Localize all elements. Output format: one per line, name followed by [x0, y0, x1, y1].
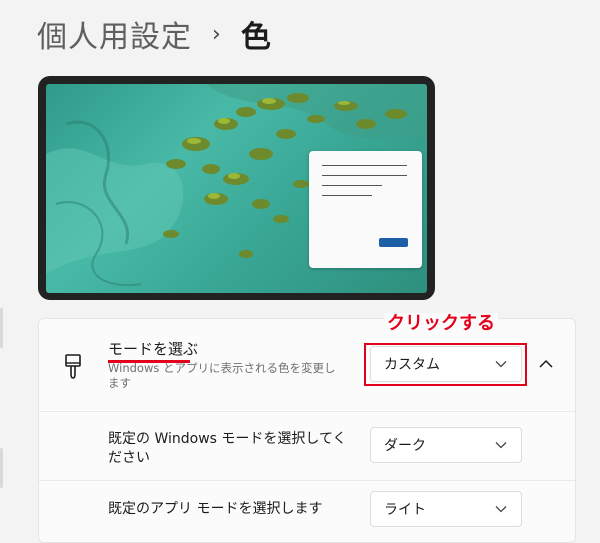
sample-text-line — [322, 165, 407, 166]
sample-text-line — [322, 175, 407, 176]
sample-window — [309, 151, 422, 268]
mode-description: Windows とアプリに表示される色を変更します — [108, 361, 336, 390]
chevron-up-icon[interactable] — [536, 356, 556, 372]
windows-mode-dropdown[interactable]: ダーク — [370, 427, 522, 463]
annotation-click-label: クリックする — [384, 313, 498, 335]
sample-text-line — [322, 195, 372, 196]
page-title: 色 — [240, 20, 271, 55]
app-mode-dropdown[interactable]: ライト — [370, 491, 522, 527]
app-mode-label: 既定のアプリ モードを選択します — [108, 501, 323, 517]
paintbrush-icon — [65, 354, 81, 379]
breadcrumb: 個人用設定 › 色 — [37, 12, 271, 56]
windows-mode-value: ダーク — [384, 438, 426, 454]
windows-mode-label: 既定の Windows モードを選択してください — [108, 431, 347, 466]
chevron-down-icon — [495, 442, 507, 449]
annotation-highlight-box — [364, 343, 527, 386]
mode-title: モードを選ぶ — [108, 340, 199, 358]
app-mode-value: ライト — [384, 502, 426, 518]
sidebar-edge — [0, 308, 3, 348]
mode-settings-card: モードを選ぶ Windows とアプリに表示される色を変更します カスタム クリ… — [38, 313, 576, 543]
breadcrumb-personalization-link[interactable]: 個人用設定 — [37, 12, 192, 56]
chevron-down-icon — [495, 506, 507, 513]
wallpaper-image — [46, 84, 427, 293]
theme-preview — [38, 76, 435, 300]
divider — [39, 411, 575, 412]
divider — [39, 480, 575, 481]
sidebar-edge — [0, 448, 3, 488]
sample-button — [379, 238, 408, 247]
sample-text-line — [322, 185, 382, 186]
breadcrumb-separator: › — [212, 21, 221, 47]
